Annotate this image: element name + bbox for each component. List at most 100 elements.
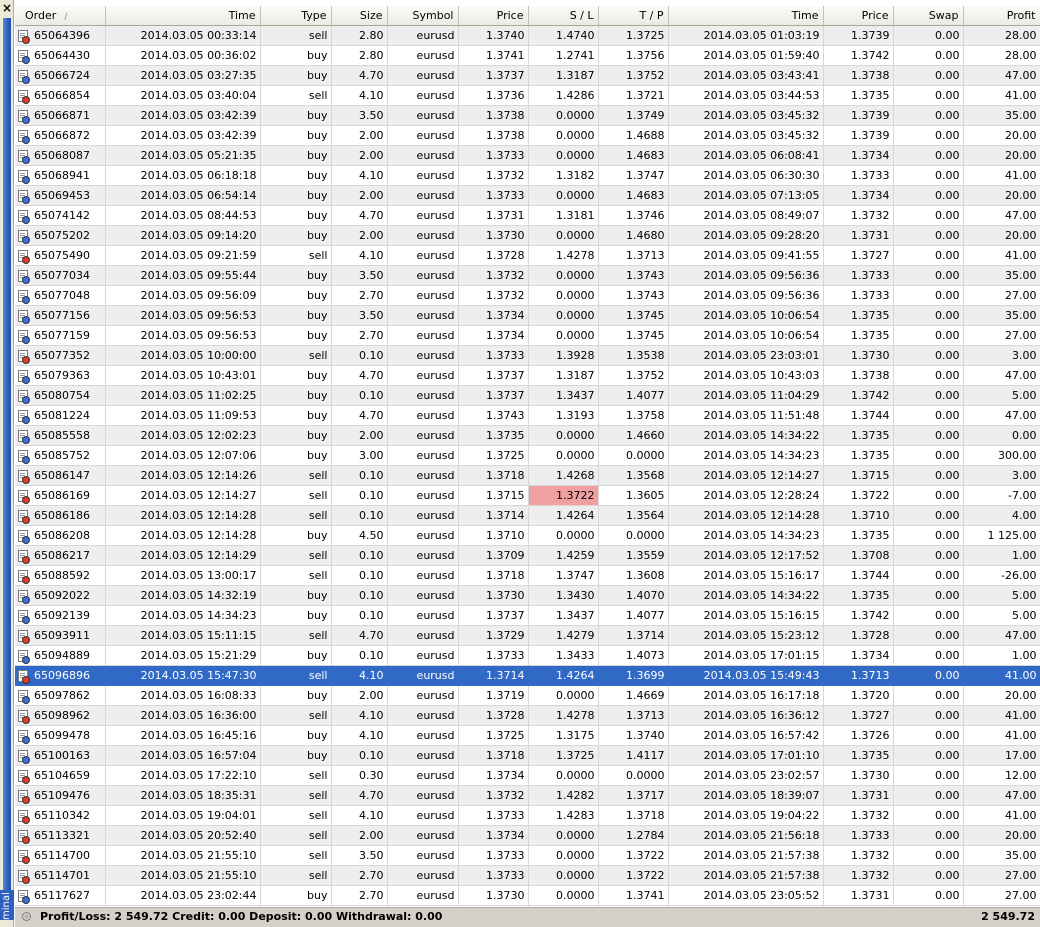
cell-stop-loss: 1.4282 — [528, 785, 599, 806]
table-row[interactable]: 65093911 2014.03.05 15:11:15 sell 4.70 eurus… — [15, 625, 1040, 646]
column-header-swap[interactable]: Swap — [893, 6, 964, 26]
cell-order-number: 65100163 — [15, 745, 106, 766]
table-row[interactable]: 65068087 2014.03.05 05:21:35 buy 2.00 eurusd… — [15, 145, 1040, 166]
table-row[interactable]: 65086169 2014.03.05 12:14:27 sell 0.10 eurus… — [15, 485, 1040, 506]
cell-profit: 41.00 — [963, 85, 1040, 106]
cell-open-price: 1.3737 — [458, 65, 529, 86]
table-row[interactable]: 65113321 2014.03.05 20:52:40 sell 2.00 eurus… — [15, 825, 1040, 846]
table-row[interactable]: 65100163 2014.03.05 16:57:04 buy 0.10 eurusd… — [15, 745, 1040, 766]
buy-order-icon — [18, 110, 30, 124]
column-header-size[interactable]: Size — [331, 6, 388, 26]
cell-symbol: eurusd — [387, 445, 459, 466]
table-row[interactable]: 65066872 2014.03.05 03:42:39 buy 2.00 eurusd… — [15, 125, 1040, 146]
cell-symbol: eurusd — [387, 205, 459, 226]
buy-order-icon — [18, 370, 30, 384]
order-direction-dot-icon — [22, 696, 30, 704]
cell-open-time: 2014.03.05 06:18:18 — [105, 165, 261, 186]
order-direction-dot-icon — [22, 156, 30, 164]
table-row[interactable]: 65085752 2014.03.05 12:07:06 buy 3.00 eurusd… — [15, 445, 1040, 466]
table-row[interactable]: 65114701 2014.03.05 21:55:10 sell 2.70 eurus… — [15, 865, 1040, 886]
table-row[interactable]: 65099478 2014.03.05 16:45:16 buy 4.10 eurusd… — [15, 725, 1040, 746]
buy-order-icon — [18, 430, 30, 444]
column-header-open-time[interactable]: Time — [105, 6, 261, 26]
balance-icon — [22, 912, 31, 921]
sell-order-icon — [18, 670, 30, 684]
cell-profit: 41.00 — [963, 665, 1040, 686]
table-row[interactable]: 65086208 2014.03.05 12:14:28 buy 4.50 eurusd… — [15, 525, 1040, 546]
table-row[interactable]: 65114700 2014.03.05 21:55:10 sell 3.50 eurus… — [15, 845, 1040, 866]
cell-order-type: buy — [260, 185, 332, 206]
table-row[interactable]: 65077156 2014.03.05 09:56:53 buy 3.50 eurusd… — [15, 305, 1040, 326]
column-header-take-profit[interactable]: T / P — [598, 6, 669, 26]
table-row[interactable]: 65081224 2014.03.05 11:09:53 buy 4.70 eurusd… — [15, 405, 1040, 426]
table-header-row: Order / Time Type Size Symbol Price S / L… — [15, 6, 1040, 26]
cell-lot-size: 2.00 — [331, 425, 388, 446]
table-row[interactable]: 65096896 2014.03.05 15:47:30 sell 4.10 eurus… — [15, 665, 1040, 686]
cell-close-time: 2014.03.05 14:34:23 — [668, 525, 824, 546]
table-row[interactable]: 65079363 2014.03.05 10:43:01 buy 4.70 eurusd… — [15, 365, 1040, 386]
cell-order-type: sell — [260, 85, 332, 106]
cell-take-profit: 1.3756 — [598, 45, 669, 66]
column-header-type[interactable]: Type — [260, 6, 332, 26]
cell-lot-size: 3.50 — [331, 845, 388, 866]
column-header-close-price[interactable]: Price — [823, 6, 894, 26]
table-row[interactable]: 65086147 2014.03.05 12:14:26 sell 0.10 eurus… — [15, 465, 1040, 486]
table-row[interactable]: 65066854 2014.03.05 03:40:04 sell 4.10 eurus… — [15, 85, 1040, 106]
cell-stop-loss: 1.3181 — [528, 205, 599, 226]
table-row[interactable]: 65092139 2014.03.05 14:34:23 buy 0.10 eurusd… — [15, 605, 1040, 626]
table-row[interactable]: 65117627 2014.03.05 23:02:44 buy 2.70 eurusd… — [15, 885, 1040, 906]
cell-stop-loss: 0.0000 — [528, 225, 599, 246]
column-header-stop-loss[interactable]: S / L — [528, 6, 599, 26]
cell-order-number: 65086147 — [15, 465, 106, 486]
cell-open-price: 1.3714 — [458, 505, 529, 526]
close-icon[interactable]: × — [1, 2, 13, 14]
table-row[interactable]: 65086186 2014.03.05 12:14:28 sell 0.10 eurus… — [15, 505, 1040, 526]
table-row[interactable]: 65080754 2014.03.05 11:02:25 buy 0.10 eurusd… — [15, 385, 1040, 406]
column-header-order[interactable]: Order / — [15, 6, 106, 26]
table-row[interactable]: 65104659 2014.03.05 17:22:10 sell 0.30 eurus… — [15, 765, 1040, 786]
table-row[interactable]: 65092022 2014.03.05 14:32:19 buy 0.10 eurusd… — [15, 585, 1040, 606]
buy-order-icon — [18, 750, 30, 764]
table-row[interactable]: 65109476 2014.03.05 18:35:31 sell 4.70 eurus… — [15, 785, 1040, 806]
cell-swap: 0.00 — [893, 685, 964, 706]
table-row[interactable]: 65077034 2014.03.05 09:55:44 buy 3.50 eurusd… — [15, 265, 1040, 286]
order-number-label: 65086217 — [34, 549, 90, 562]
cell-lot-size: 2.70 — [331, 865, 388, 886]
table-row[interactable]: 65069453 2014.03.05 06:54:14 buy 2.00 eurusd… — [15, 185, 1040, 206]
column-header-profit[interactable]: Profit — [963, 6, 1040, 26]
cell-order-type: buy — [260, 445, 332, 466]
table-row[interactable]: 65068941 2014.03.05 06:18:18 buy 4.10 eurusd… — [15, 165, 1040, 186]
cell-symbol: eurusd — [387, 185, 459, 206]
table-row[interactable]: 65075490 2014.03.05 09:21:59 sell 4.10 eurus… — [15, 245, 1040, 266]
cell-stop-loss: 1.3187 — [528, 365, 599, 386]
cell-symbol: eurusd — [387, 685, 459, 706]
cell-open-price: 1.3728 — [458, 245, 529, 266]
table-row[interactable]: 65097862 2014.03.05 16:08:33 buy 2.00 eurusd… — [15, 685, 1040, 706]
table-row[interactable]: 65075202 2014.03.05 09:14:20 buy 2.00 eurusd… — [15, 225, 1040, 246]
table-row[interactable]: 65094889 2014.03.05 15:21:29 buy 0.10 eurusd… — [15, 645, 1040, 666]
table-row[interactable]: 65098962 2014.03.05 16:36:00 sell 4.10 eurus… — [15, 705, 1040, 726]
cell-symbol: eurusd — [387, 45, 459, 66]
column-header-close-time[interactable]: Time — [668, 6, 824, 26]
table-row[interactable]: 65077048 2014.03.05 09:56:09 buy 2.70 eurusd… — [15, 285, 1040, 306]
table-row[interactable]: 65064396 2014.03.05 00:33:14 sell 2.80 eurus… — [15, 25, 1040, 46]
cell-lot-size: 4.10 — [331, 805, 388, 826]
cell-order-number: 65088592 — [15, 565, 106, 586]
cell-lot-size: 3.50 — [331, 305, 388, 326]
column-header-open-price[interactable]: Price — [458, 6, 529, 26]
table-row[interactable]: 65066871 2014.03.05 03:42:39 buy 3.50 eurusd… — [15, 105, 1040, 126]
table-row[interactable]: 65085558 2014.03.05 12:02:23 buy 2.00 eurusd… — [15, 425, 1040, 446]
table-row[interactable]: 65088592 2014.03.05 13:00:17 sell 0.10 eurus… — [15, 565, 1040, 586]
table-row[interactable]: 65110342 2014.03.05 19:04:01 sell 4.10 eurus… — [15, 805, 1040, 826]
table-row[interactable]: 65077159 2014.03.05 09:56:53 buy 2.70 eurusd… — [15, 325, 1040, 346]
table-row[interactable]: 65074142 2014.03.05 08:44:53 buy 4.70 eurusd… — [15, 205, 1040, 226]
table-row[interactable]: 65064430 2014.03.05 00:36:02 buy 2.80 eurusd… — [15, 45, 1040, 66]
table-row[interactable]: 65066724 2014.03.05 03:27:35 buy 4.70 eurusd… — [15, 65, 1040, 86]
cell-lot-size: 2.70 — [331, 325, 388, 346]
column-header-symbol[interactable]: Symbol — [387, 6, 459, 26]
order-number-label: 65064430 — [34, 49, 90, 62]
terminal-title-bar[interactable] — [3, 18, 11, 896]
table-row[interactable]: 65077352 2014.03.05 10:00:00 sell 0.10 eurus… — [15, 345, 1040, 366]
cell-order-number: 65086208 — [15, 525, 106, 546]
table-row[interactable]: 65086217 2014.03.05 12:14:29 sell 0.10 eurus… — [15, 545, 1040, 566]
